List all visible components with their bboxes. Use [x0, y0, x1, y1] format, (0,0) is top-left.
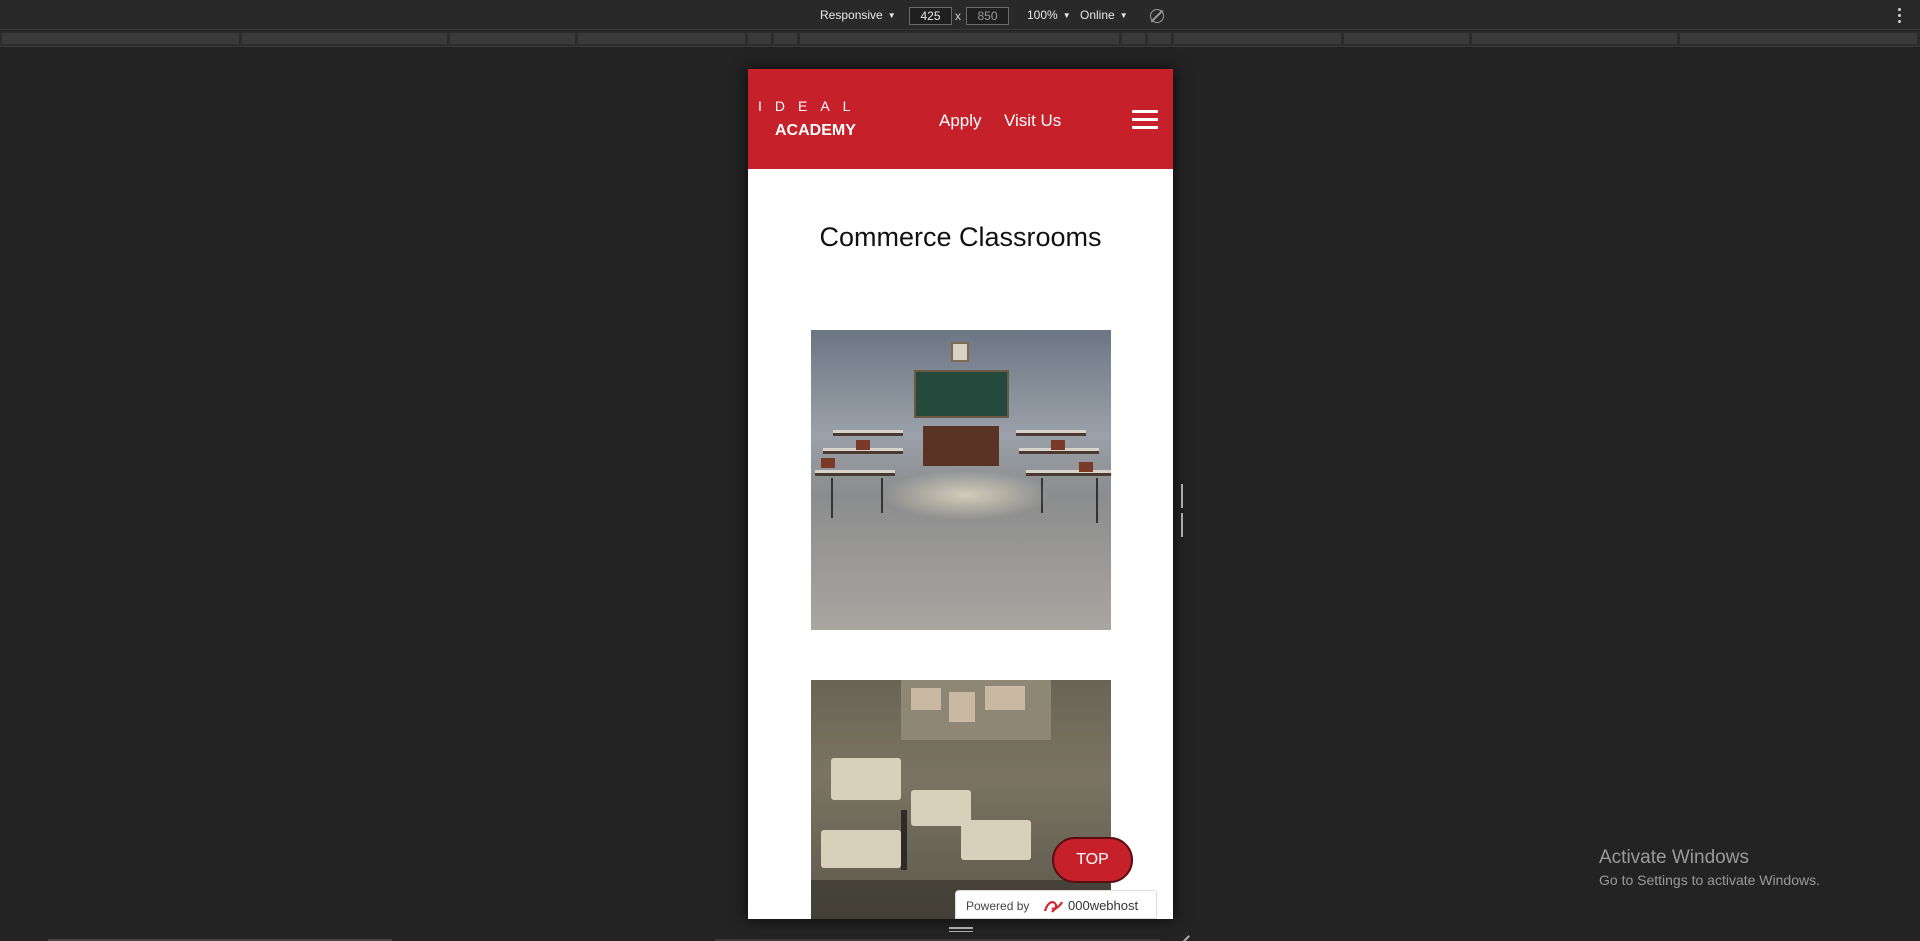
teacher-desk [923, 426, 999, 466]
activate-subtitle: Go to Settings to activate Windows. [1599, 872, 1820, 888]
resize-handle-bottom[interactable] [949, 927, 973, 934]
media-query-bar[interactable] [800, 33, 1120, 44]
media-query-bar[interactable] [242, 33, 448, 44]
nav-link-apply[interactable]: Apply [939, 111, 982, 131]
device-mode-label: Responsive [820, 8, 883, 22]
media-query-bar[interactable] [748, 33, 772, 44]
resize-handle-corner[interactable] [1177, 924, 1190, 941]
media-query-bar[interactable] [2, 33, 240, 44]
media-query-bar[interactable] [1680, 33, 1918, 44]
network-throttle-select[interactable]: Online ▼ [1080, 8, 1128, 22]
webhost-brand: 000webhost [1068, 898, 1139, 913]
site-header: IDEAL ACADEMY Apply Visit Us [748, 69, 1173, 169]
media-query-bar[interactable] [450, 33, 576, 44]
width-input[interactable]: 425 [909, 7, 952, 25]
powered-by-label: Powered by [966, 899, 1030, 913]
media-query-bar[interactable] [578, 33, 746, 44]
dimension-separator: x [955, 9, 961, 23]
chevron-down-icon: ▼ [887, 11, 896, 20]
logo-text-ideal[interactable]: IDEAL [758, 98, 863, 114]
logo-text-academy[interactable]: ACADEMY [775, 122, 856, 140]
zoom-label: 100% [1027, 8, 1058, 22]
media-query-ruler [0, 31, 1920, 47]
rotate-icon[interactable] [1150, 9, 1164, 23]
classroom-photo [811, 680, 1111, 919]
height-input[interactable]: 850 [966, 7, 1009, 25]
page-title: Commerce Classrooms [819, 222, 1102, 252]
hamburger-icon[interactable] [1132, 110, 1158, 130]
zoom-select[interactable]: 100% ▼ [1027, 8, 1071, 22]
chevron-down-icon: ▼ [1062, 11, 1071, 20]
chevron-down-icon: ▼ [1119, 11, 1128, 20]
device-viewport: IDEAL ACADEMY Apply Visit Us Commerce Cl… [748, 69, 1173, 919]
media-query-bar[interactable] [1122, 33, 1146, 44]
media-query-bar[interactable] [1344, 33, 1470, 44]
more-options-icon[interactable] [1898, 8, 1902, 24]
classroom-photo [811, 330, 1111, 630]
bulletin-board [901, 680, 1051, 740]
media-query-bar[interactable] [1174, 33, 1342, 44]
wall-portrait [951, 342, 969, 362]
windows-activation-watermark: Activate Windows Go to Settings to activ… [1599, 847, 1820, 888]
network-label: Online [1080, 8, 1115, 22]
media-query-bar[interactable] [774, 33, 798, 44]
nav-link-visit-us[interactable]: Visit Us [1004, 111, 1061, 131]
hosting-badge[interactable]: Powered by 000webhost [955, 890, 1157, 919]
back-to-top-button[interactable]: TOP [1052, 837, 1133, 883]
media-query-bar[interactable] [1148, 33, 1172, 44]
resize-handle-side[interactable] [1181, 484, 1187, 537]
device-mode-select[interactable]: Responsive ▼ [820, 8, 896, 22]
media-query-bar[interactable] [1472, 33, 1678, 44]
webhost-logo-icon [1043, 900, 1064, 913]
device-toolbar: Responsive ▼ 425 x 850 100% ▼ Online ▼ [0, 0, 1920, 30]
activate-title: Activate Windows [1599, 847, 1749, 868]
chalkboard [914, 370, 1009, 418]
